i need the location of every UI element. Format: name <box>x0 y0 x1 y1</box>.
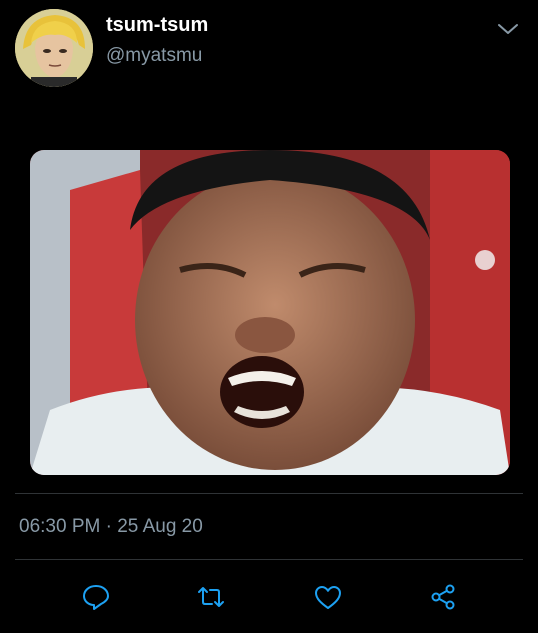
chevron-down-icon[interactable] <box>496 17 520 41</box>
divider-bottom <box>15 559 523 560</box>
tweet-actions <box>0 577 538 617</box>
display-name[interactable]: tsum-tsum <box>106 14 208 37</box>
tweet-photo[interactable] <box>30 150 510 475</box>
reply-icon <box>83 585 109 610</box>
like-button[interactable] <box>308 577 348 617</box>
reply-button[interactable] <box>76 577 116 617</box>
share-button[interactable] <box>423 577 463 617</box>
share-icon <box>431 584 455 610</box>
heart-icon <box>315 586 341 609</box>
photo-image <box>30 150 510 475</box>
tweet-timestamp[interactable]: 06:30 PM · 25 Aug 20 <box>19 516 203 538</box>
user-handle[interactable]: @myatsmu <box>106 45 202 67</box>
avatar[interactable] <box>15 9 93 87</box>
avatar-image <box>15 9 93 87</box>
divider-top <box>15 493 523 494</box>
retweet-icon <box>198 587 224 607</box>
retweet-button[interactable] <box>191 577 231 617</box>
